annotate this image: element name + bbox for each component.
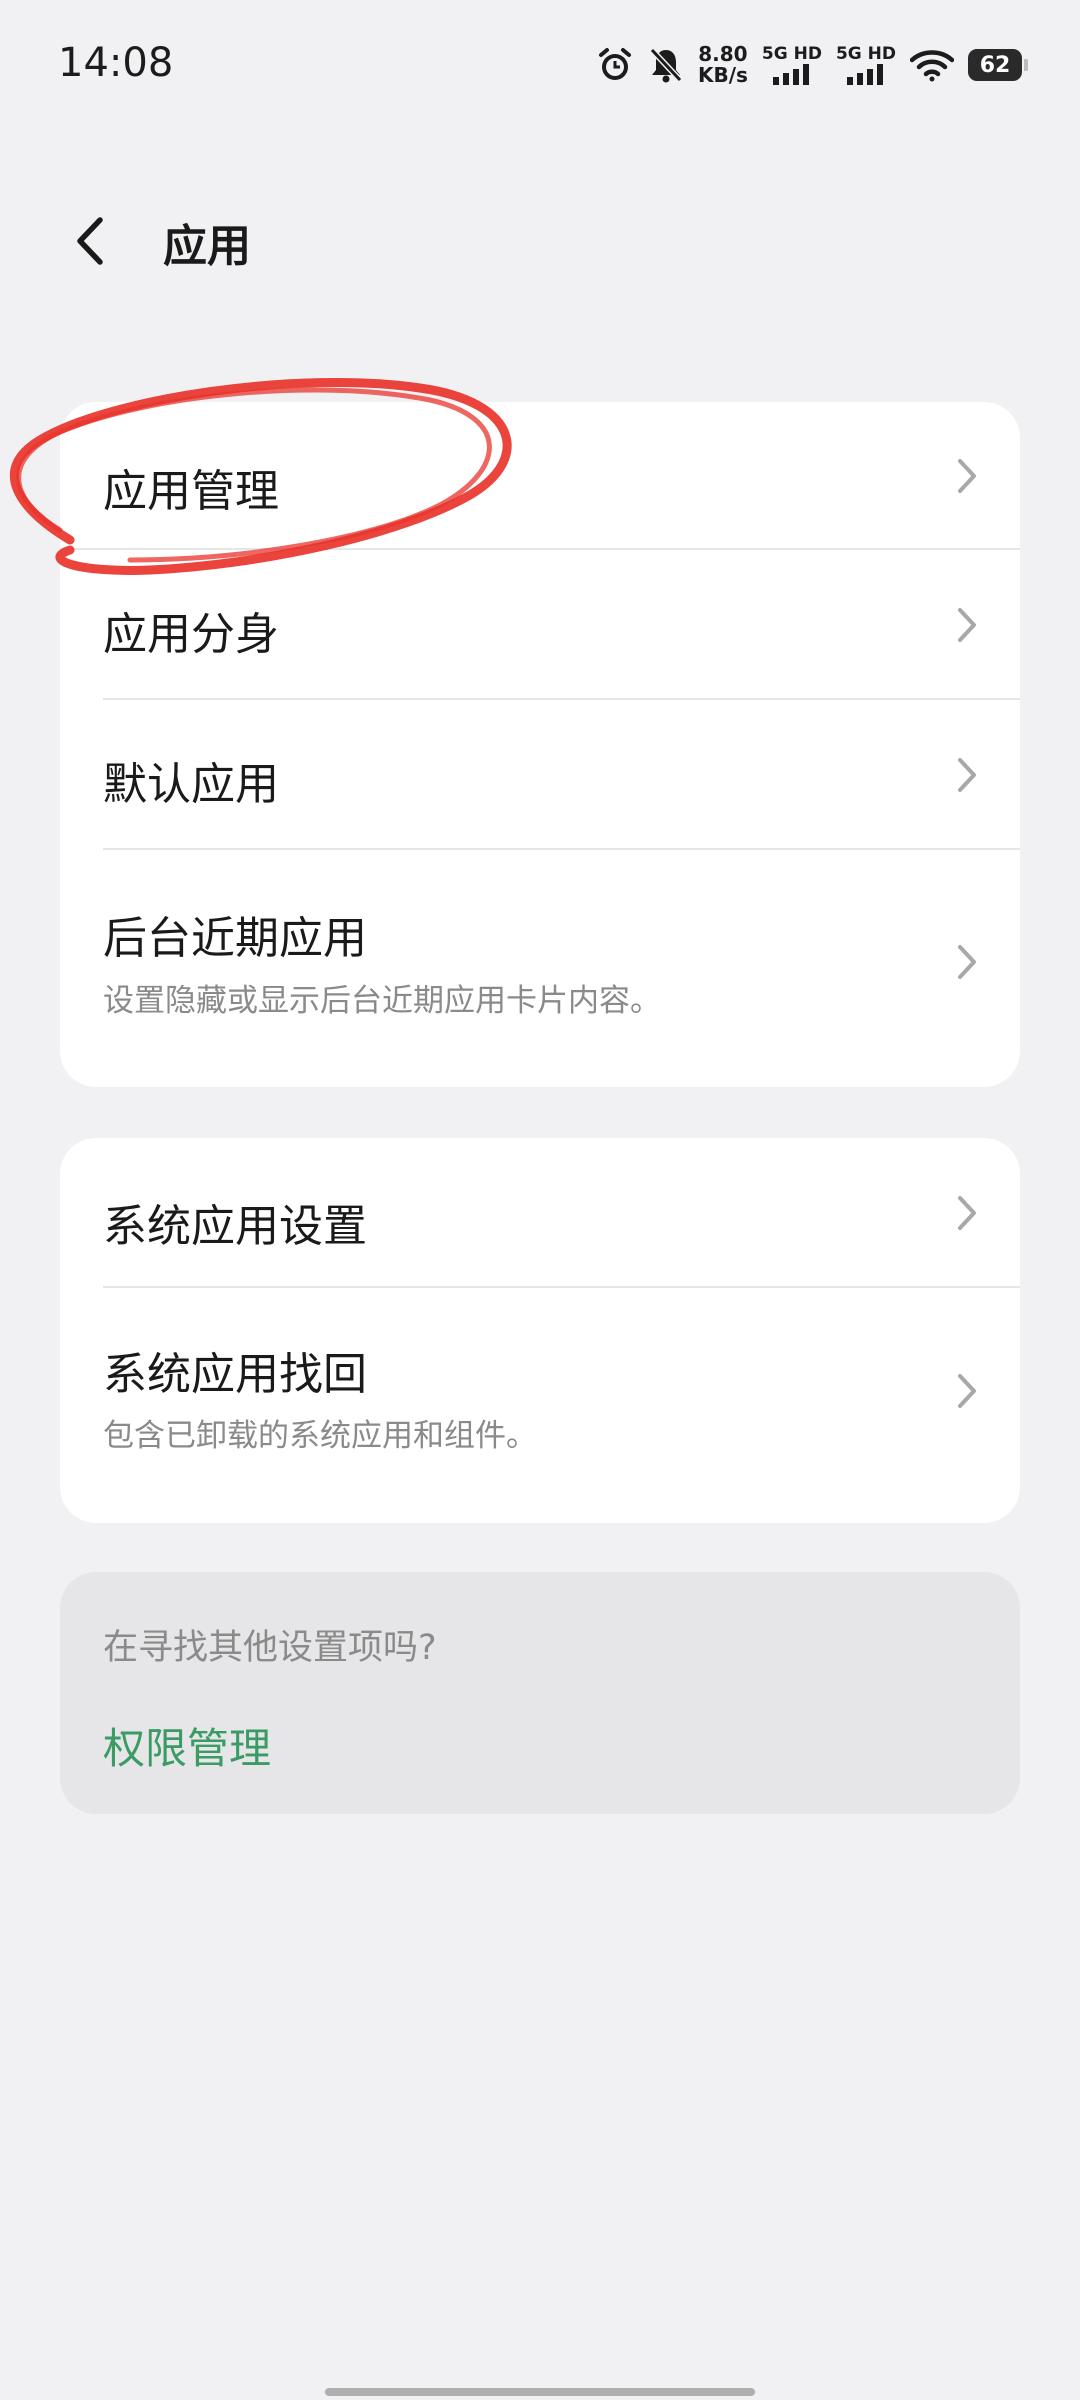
home-indicator[interactable] <box>325 2388 755 2396</box>
list-item-system-app-restore[interactable]: 系统应用找回 包含已卸载的系统应用和组件。 <box>60 1288 1020 1523</box>
item-title: 系统应用设置 <box>103 1201 367 1252</box>
chevron-left-icon <box>77 217 103 265</box>
list-item-app-management[interactable]: 应用管理 <box>60 402 1020 550</box>
status-bar: 14:08 8.80 KB/s 5G HD 5G HD 62 <box>0 0 1080 130</box>
back-button[interactable] <box>62 213 118 269</box>
network-speed: 8.80 KB/s <box>698 44 748 86</box>
sim1-signal: 5G HD <box>762 45 822 85</box>
chevron-right-icon <box>958 945 976 979</box>
item-title: 应用分身 <box>103 609 279 660</box>
list-item-default-apps[interactable]: 默认应用 <box>60 700 1020 850</box>
hint-question: 在寻找其他设置项吗? <box>103 1628 437 1668</box>
signal-bars-icon <box>772 64 809 85</box>
item-title: 应用管理 <box>103 466 279 517</box>
sim2-signal: 5G HD <box>836 45 896 85</box>
network-speed-value: 8.80 <box>698 42 748 66</box>
status-icons: 8.80 KB/s 5G HD 5G HD 62 <box>596 40 1028 90</box>
item-title: 系统应用找回 <box>103 1349 367 1400</box>
page-header: 应用 <box>0 195 1080 285</box>
chevron-right-icon <box>958 608 976 642</box>
network-speed-unit: KB/s <box>697 63 748 87</box>
bell-off-icon <box>649 47 683 83</box>
permission-management-link[interactable]: 权限管理 <box>103 1715 271 1776</box>
page-title: 应用 <box>163 221 251 272</box>
wifi-icon <box>910 50 954 82</box>
item-title: 默认应用 <box>103 759 279 810</box>
list-item-recent-apps[interactable]: 后台近期应用 设置隐藏或显示后台近期应用卡片内容。 <box>60 850 1020 1087</box>
sim2-label: 5G HD <box>835 44 896 64</box>
item-subtitle: 设置隐藏或显示后台近期应用卡片内容。 <box>103 983 661 1019</box>
chevron-right-icon <box>958 1374 976 1408</box>
item-subtitle: 包含已卸载的系统应用和组件。 <box>103 1418 537 1454</box>
alarm-clock-icon <box>598 48 631 80</box>
app-settings-card: 应用管理 应用分身 默认应用 后台近期应用 设置隐藏或显示后台近期应用卡片内容。 <box>60 402 1020 1087</box>
status-time: 14:08 <box>58 40 174 86</box>
list-item-system-app-settings[interactable]: 系统应用设置 <box>60 1138 1020 1288</box>
chevron-right-icon <box>958 459 976 493</box>
system-apps-card: 系统应用设置 系统应用找回 包含已卸载的系统应用和组件。 <box>60 1138 1020 1523</box>
list-item-app-clone[interactable]: 应用分身 <box>60 550 1020 700</box>
chevron-right-icon <box>958 758 976 792</box>
battery-indicator: 62 <box>968 49 1028 81</box>
sim1-label: 5G HD <box>761 44 822 64</box>
item-title: 后台近期应用 <box>103 913 367 964</box>
signal-bars-icon <box>846 64 883 85</box>
chevron-right-icon <box>958 1196 976 1230</box>
other-settings-hint: 在寻找其他设置项吗? 权限管理 <box>60 1572 1020 1814</box>
